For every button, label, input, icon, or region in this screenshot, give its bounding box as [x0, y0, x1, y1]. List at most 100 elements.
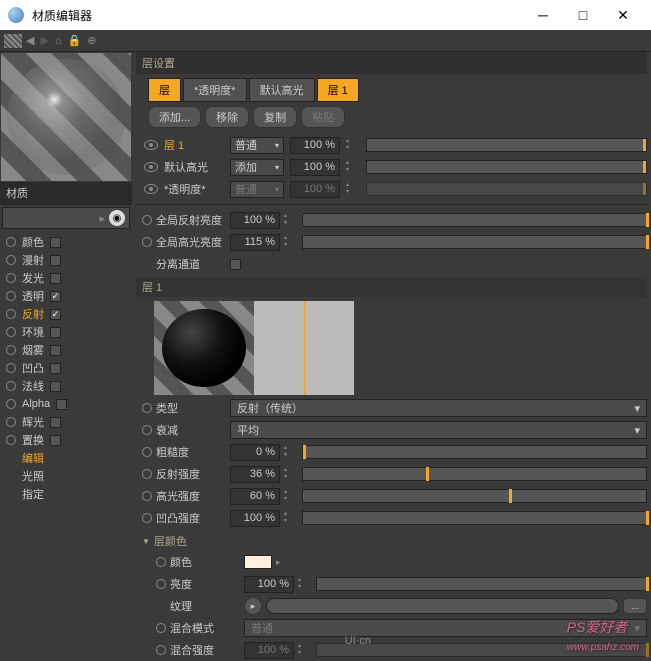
spinner[interactable]: ▴▾ — [284, 511, 294, 525]
param-radio[interactable] — [156, 623, 166, 633]
layer-row-2[interactable]: 默认高光 添加▾ 100 % ▴▾ — [136, 156, 647, 178]
color-swatch[interactable] — [244, 555, 272, 569]
toolbar: ◀ ▶ ⌂ 🔒 ⊕ — [0, 30, 651, 52]
texture-menu-icon[interactable]: ▸ — [244, 597, 262, 615]
channel-glow[interactable]: 辉光 — [0, 413, 132, 431]
channel-transparency[interactable]: 透明✓ — [0, 287, 132, 305]
layer-row-1[interactable]: 层 1 普通▾ 100 % ▴▾ — [136, 134, 647, 156]
value-field[interactable]: 100 % — [230, 510, 280, 527]
copy-button[interactable]: 复制 — [253, 106, 297, 128]
sub-illumination[interactable]: 光照 — [0, 467, 132, 485]
remove-button[interactable]: 移除 — [205, 106, 249, 128]
nav-dropdown-icon[interactable]: ▸ — [99, 212, 105, 225]
channel-alpha[interactable]: Alpha — [0, 395, 132, 413]
visibility-icon[interactable] — [144, 140, 158, 150]
param-radio[interactable] — [156, 645, 166, 655]
nav-up-icon[interactable]: ⌂ — [55, 35, 62, 47]
opacity-field[interactable]: 100 % — [290, 159, 340, 176]
param-radio[interactable] — [142, 425, 152, 435]
param-radio[interactable] — [142, 237, 152, 247]
value-slider[interactable] — [302, 445, 647, 459]
value-field[interactable]: 0 % — [230, 444, 280, 461]
channel-displacement[interactable]: 置换 — [0, 431, 132, 449]
value-slider[interactable] — [302, 235, 647, 249]
paste-button[interactable]: 粘贴 — [301, 106, 345, 128]
reflection-strength-row: 反射强度 36 % ▴▾ — [136, 463, 647, 485]
type-dropdown[interactable]: 反射（传统）▾ — [230, 399, 647, 417]
spinner[interactable]: ▴▾ — [346, 160, 356, 174]
opacity-field[interactable]: 100 % — [290, 137, 340, 154]
channel-color[interactable]: 颜色 — [0, 233, 132, 251]
param-radio[interactable] — [142, 403, 152, 413]
value-slider[interactable] — [302, 467, 647, 481]
blend-dropdown[interactable]: 普通▾ — [230, 137, 284, 154]
param-radio[interactable] — [142, 447, 152, 457]
preview-curve[interactable] — [254, 301, 354, 395]
value-field[interactable]: 100 % — [244, 576, 294, 593]
opacity-slider[interactable] — [366, 160, 647, 174]
visibility-icon[interactable] — [144, 184, 158, 194]
value-field[interactable]: 115 % — [230, 234, 280, 251]
param-radio[interactable] — [142, 513, 152, 523]
material-preview[interactable] — [1, 53, 131, 181]
texture-browse-button[interactable]: ... — [623, 598, 647, 614]
channel-reflection[interactable]: 反射✓ — [0, 305, 132, 323]
spinner[interactable]: ▴▾ — [284, 467, 294, 481]
opacity-slider — [366, 182, 647, 196]
blend-dropdown[interactable]: 添加▾ — [230, 159, 284, 176]
value-slider[interactable] — [316, 577, 647, 591]
visibility-icon[interactable] — [144, 162, 158, 172]
param-radio[interactable] — [156, 557, 166, 567]
nav-right-icon[interactable]: ▶ — [40, 34, 48, 47]
tab-default-specular[interactable]: 默认高光 — [249, 78, 315, 102]
material-swatch-icon[interactable] — [4, 34, 22, 48]
collapse-icon[interactable]: ▼ — [142, 537, 150, 546]
spinner[interactable]: ▴▾ — [284, 489, 294, 503]
sub-edit[interactable]: 编辑 — [0, 449, 132, 467]
value-field[interactable]: 60 % — [230, 488, 280, 505]
channel-luminance[interactable]: 发光 — [0, 269, 132, 287]
channel-fog[interactable]: 烟雾 — [0, 341, 132, 359]
spinner[interactable]: ▴▾ — [284, 213, 294, 227]
opacity-slider[interactable] — [366, 138, 647, 152]
titlebar: 材质编辑器 ─ □ ✕ — [0, 0, 651, 30]
channel-diffuse[interactable]: 漫射 — [0, 251, 132, 269]
plus-icon[interactable]: ⊕ — [87, 34, 96, 47]
tab-layer1[interactable]: 层 1 — [317, 78, 359, 102]
minimize-button[interactable]: ─ — [523, 0, 563, 30]
nav-target-icon[interactable]: ◉ — [109, 210, 125, 226]
sub-assign[interactable]: 指定 — [0, 485, 132, 503]
channel-environment[interactable]: 环境 — [0, 323, 132, 341]
separate-checkbox[interactable] — [230, 259, 241, 270]
param-radio[interactable] — [142, 215, 152, 225]
spinner[interactable]: ▴▾ — [298, 577, 308, 591]
value-field[interactable]: 36 % — [230, 466, 280, 483]
param-radio[interactable] — [142, 469, 152, 479]
value-field[interactable]: 100 % — [230, 212, 280, 229]
spinner[interactable]: ▴▾ — [346, 138, 356, 152]
tab-transparency[interactable]: *透明度* — [183, 78, 247, 102]
spinner[interactable]: ▴▾ — [284, 445, 294, 459]
color-picker-icon[interactable]: ▸ — [276, 557, 281, 568]
channel-bump[interactable]: 凹凸 — [0, 359, 132, 377]
maximize-button[interactable]: □ — [563, 0, 603, 30]
value-slider[interactable] — [302, 489, 647, 503]
channel-normal[interactable]: 法线 — [0, 377, 132, 395]
brightness-row: 亮度 100 % ▴▾ — [136, 573, 647, 595]
attenuation-dropdown[interactable]: 平均▾ — [230, 421, 647, 439]
value-slider[interactable] — [302, 511, 647, 525]
value-slider[interactable] — [302, 213, 647, 227]
lock-icon[interactable]: 🔒 — [68, 34, 82, 47]
layer-row-3[interactable]: *透明度* 普通▾ 100 % ▴▾ — [136, 178, 647, 200]
add-button[interactable]: 添加... — [148, 106, 201, 128]
param-radio[interactable] — [156, 579, 166, 589]
texture-field[interactable] — [266, 598, 619, 614]
spinner[interactable]: ▴▾ — [284, 235, 294, 249]
close-button[interactable]: ✕ — [603, 0, 643, 30]
nav-left-icon[interactable]: ◀ — [26, 34, 34, 47]
tab-layers[interactable]: 层 — [148, 78, 181, 102]
layer-color-group[interactable]: ▼ 层颜色 — [136, 529, 647, 551]
preview-sphere[interactable] — [154, 301, 254, 395]
param-radio[interactable] — [142, 491, 152, 501]
spinner: ▴▾ — [298, 643, 308, 657]
